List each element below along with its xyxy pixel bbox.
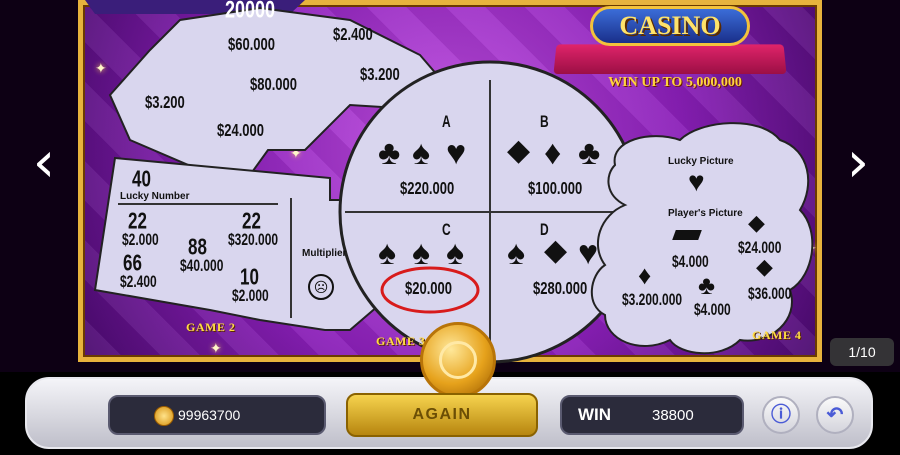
logo-subtitle: WIN UP TO 5,000,000 bbox=[608, 75, 742, 90]
info-button[interactable]: ⓘ bbox=[762, 396, 800, 434]
gem-icon: ◆ bbox=[748, 210, 765, 235]
gem-icon: ◆ bbox=[756, 254, 773, 279]
game1-prize: $60.000 bbox=[228, 34, 275, 55]
quadrant-prize: $280.000 bbox=[533, 278, 588, 299]
coin-icon bbox=[154, 406, 174, 426]
logo-ribbon bbox=[553, 44, 787, 74]
undo-icon: ↶ bbox=[826, 404, 844, 426]
top-prize: 20000 bbox=[225, 0, 276, 23]
back-button[interactable]: ↶ bbox=[816, 396, 854, 434]
club-icon: ♣ bbox=[378, 134, 401, 172]
casino-logo: CASINO bbox=[590, 6, 750, 46]
game3-label: GAME 3 bbox=[376, 334, 426, 348]
diamond-icon: ♦ bbox=[638, 260, 652, 290]
picture-prize: $4.000 bbox=[672, 252, 709, 271]
quadrant-letter: A bbox=[442, 112, 451, 131]
game1-prize: $80.000 bbox=[250, 74, 297, 95]
game2-label: GAME 2 bbox=[186, 320, 236, 334]
club-icon: ♣ bbox=[578, 134, 601, 172]
club-icon: ♣ bbox=[698, 270, 716, 300]
quadrant-prize: $100.000 bbox=[528, 178, 583, 199]
spade-icon: ♠ bbox=[412, 134, 431, 172]
picture-prize: $4.000 bbox=[694, 300, 731, 319]
win-label: WIN bbox=[578, 405, 612, 424]
game1-prize: $24.000 bbox=[217, 120, 264, 141]
game-stage: ✦ ✦ ✦ ✦ ✦ 20000 CASINO WIN UP TO 5,000,0… bbox=[0, 0, 900, 455]
diamond-gem-icon: ◆ bbox=[507, 134, 531, 167]
picture-prize: $36.000 bbox=[748, 284, 792, 303]
picture-prize: $3.200.000 bbox=[622, 290, 683, 309]
spade-icon: ♠ bbox=[378, 234, 397, 272]
again-button[interactable]: AGAIN bbox=[346, 393, 538, 437]
balance-display: 99963700 bbox=[108, 395, 326, 435]
spade-icon: ♠ bbox=[446, 234, 465, 272]
game1-prize: $3.200 bbox=[360, 64, 400, 85]
quadrant-letter: B bbox=[540, 112, 549, 131]
game1-prize: $3.200 bbox=[145, 92, 185, 113]
spade-icon: ♠ bbox=[507, 234, 526, 272]
game1-prize: $2.400 bbox=[333, 24, 373, 45]
number-prize: $2.000 bbox=[122, 230, 159, 249]
page-indicator: 1/10 bbox=[830, 338, 894, 366]
game4-label: GAME 4 bbox=[752, 328, 802, 342]
divider bbox=[290, 198, 292, 318]
coin-icon bbox=[420, 322, 496, 398]
lucky-number-value: 40 bbox=[132, 166, 151, 192]
divider bbox=[118, 203, 278, 205]
diamond-gem-icon: ◆ bbox=[544, 234, 568, 267]
winning-prize: $20.000 bbox=[405, 278, 452, 299]
heart-icon: ♥ bbox=[688, 166, 705, 197]
players-picture-label: Player's Picture bbox=[668, 208, 743, 219]
quadrant-prize: $220.000 bbox=[400, 178, 455, 199]
gold-bars-icon bbox=[672, 230, 702, 240]
number-prize: $40.000 bbox=[180, 256, 224, 275]
heart-icon: ♥ bbox=[578, 234, 599, 272]
number-prize: $2.000 bbox=[232, 286, 269, 305]
diamond-icon: ♦ bbox=[544, 134, 562, 172]
info-icon: ⓘ bbox=[771, 404, 791, 426]
spade-icon: ♠ bbox=[412, 234, 431, 272]
balance-value: 99963700 bbox=[178, 407, 241, 423]
win-display: WIN 38800 bbox=[560, 395, 744, 435]
lucky-number-label: Lucky Number bbox=[120, 191, 190, 202]
prev-arrow-icon[interactable]: ‹ bbox=[24, 135, 64, 195]
next-arrow-icon[interactable]: › bbox=[838, 135, 878, 195]
number-prize: $2.400 bbox=[120, 272, 157, 291]
win-value: 38800 bbox=[652, 407, 694, 424]
multiplier-label: Multiplier bbox=[302, 248, 347, 259]
heart-icon: ♥ bbox=[446, 134, 467, 172]
sad-face-icon: ☹ bbox=[308, 274, 334, 300]
number-prize: $320.000 bbox=[228, 230, 279, 249]
